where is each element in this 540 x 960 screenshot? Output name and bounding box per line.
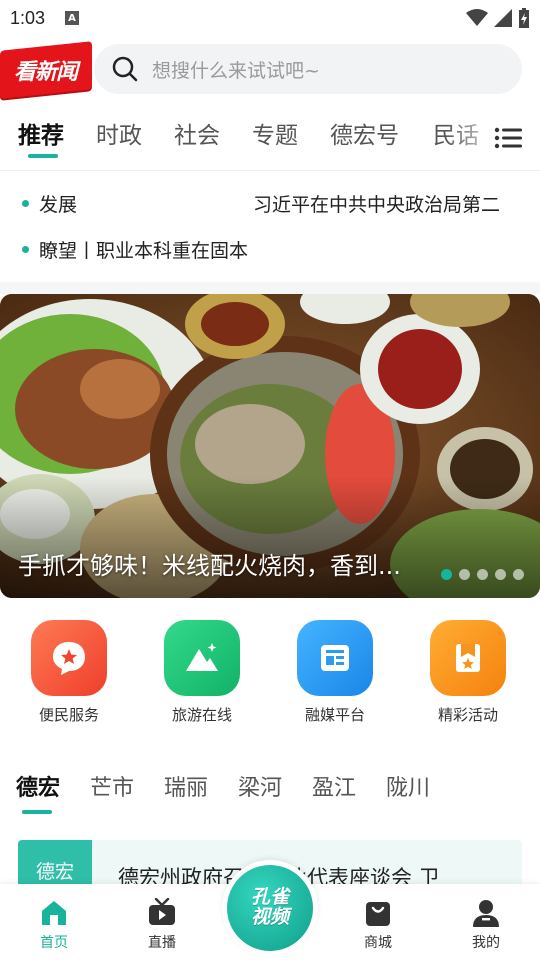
nav-label: 商城 [364,935,392,951]
service-label: 便民服务 [38,706,99,724]
carousel-dot[interactable] [441,569,452,580]
carousel-dot[interactable] [513,569,524,580]
region-tabs: 德宏 芒市 瑞丽 梁河 盈江 陇川 [0,770,540,816]
tv-icon [149,898,175,925]
service-convenience[interactable]: 便民服务 [14,620,124,725]
nav-label: 直播 [148,935,176,951]
channel-tabs: 推荐 时政 社会 专题 德宏号 民话 [0,110,540,166]
ticker-row-2[interactable]: 瞭望丨职业本科重在固本 [0,229,540,269]
ticker-bullet [22,199,29,207]
service-label: 融媒平台 [304,706,365,724]
logo-text: 看新闻 [14,60,78,86]
carousel-dot[interactable] [477,569,488,580]
tab-politics[interactable]: 时政 [96,116,142,150]
battery-icon [519,8,529,28]
search-bar[interactable]: 想搜什么来试试吧~ [94,44,522,94]
service-label: 旅游在线 [171,706,232,724]
region-tab-yingjiang[interactable]: 盈江 [312,770,356,802]
ticker-text-right: 习近平在中共中央政治局第二 [253,193,501,216]
mountain-icon [164,620,240,696]
service-label: 精彩活动 [437,706,498,724]
wifi-icon [466,9,488,26]
service-star-icon [31,620,107,696]
tab-society[interactable]: 社会 [174,116,220,150]
ticker-text: 瞭望丨职业本科重在固本 [39,239,249,262]
tab-recommend[interactable]: 推荐 [18,116,64,150]
home-icon [42,901,66,925]
carousel-dots [441,569,524,580]
ticker-row-1[interactable]: 发展 习近平在中共中央政治局第二 [0,183,540,223]
peacock-video-logo: 孔雀视频 [227,865,313,951]
region-tab-lianghe[interactable]: 梁河 [238,770,282,802]
nav-shop[interactable]: 商城 [338,898,418,952]
banner-carousel[interactable]: 手抓才够味！米线配火烧肉，香到... [0,294,540,598]
region-tab-mangshi[interactable]: 芒市 [90,770,134,802]
service-media[interactable]: 融媒平台 [280,620,390,725]
shopping-bag-icon [366,902,390,926]
quick-services: 便民服务 旅游在线 融媒平台 精彩活动 [0,620,540,730]
banner-caption: 手抓才够味！米线配火烧肉，香到... [18,552,401,580]
region-tab-longchuan[interactable]: 陇川 [386,770,430,802]
tab-dehong-hao[interactable]: 德宏号 [330,116,399,150]
carousel-dot[interactable] [459,569,470,580]
nav-live[interactable]: 直播 [122,898,202,952]
app-logo[interactable]: 看新闻 [0,41,92,99]
region-tab-ruili[interactable]: 瑞丽 [164,770,208,802]
user-icon [473,900,499,927]
section-gap [0,282,540,294]
region-tab-indicator [22,810,52,814]
nav-label: 首页 [40,935,68,951]
newspaper-icon [297,620,373,696]
peacock-video-button[interactable]: 孔雀视频 [222,860,318,956]
carousel-dot[interactable] [495,569,506,580]
notification-icon: A [65,11,80,25]
channel-menu-button[interactable] [490,120,526,156]
tabs-divider [0,170,540,171]
nav-label: 我的 [472,935,500,951]
tab-active-indicator [28,154,58,158]
signal-icon [494,9,512,27]
ticker-text-left: 发展 [39,193,78,216]
status-time: 1:03 [10,7,46,28]
tab-special[interactable]: 专题 [252,116,298,150]
nav-home[interactable]: 首页 [14,898,94,952]
header: 看新闻 想搜什么来试试吧~ [0,36,540,100]
ticker-bullet [22,245,29,253]
status-icons [466,8,530,28]
search-placeholder: 想搜什么来试试吧~ [152,59,320,82]
peacock-video-label: 孔雀视频 [250,886,289,928]
service-tourism[interactable]: 旅游在线 [147,620,257,725]
search-icon [112,56,138,82]
bookmark-star-icon [430,620,506,696]
service-activities[interactable]: 精彩活动 [413,620,523,725]
status-bar: 1:03 A [0,0,540,36]
region-tab-dehong[interactable]: 德宏 [16,770,60,802]
nav-mine[interactable]: 我的 [446,898,526,952]
list-menu-icon [494,127,522,149]
